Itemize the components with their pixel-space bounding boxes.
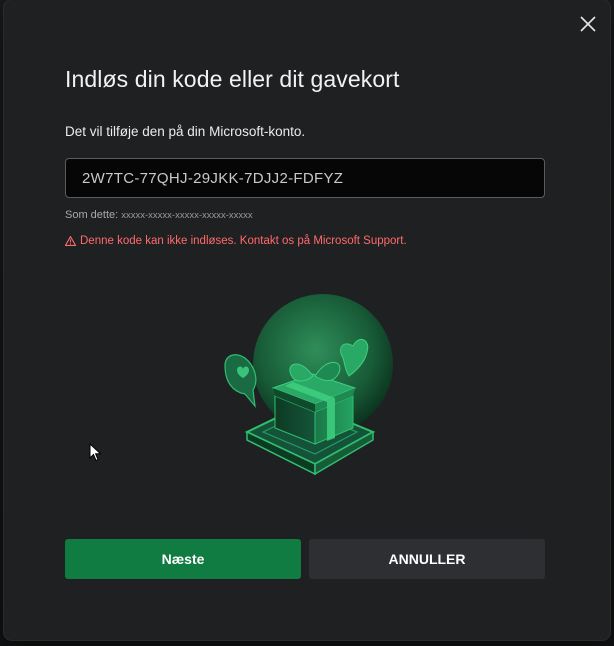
format-hint-label: Som dette: xyxy=(65,209,119,221)
dialog-subtitle: Det vil tilføje den på din Microsoft-kon… xyxy=(65,124,306,139)
close-button[interactable] xyxy=(576,12,600,36)
error-message: Denne kode kan ikke indløses. Kontakt os… xyxy=(65,235,407,247)
gift-illustration xyxy=(224,294,393,476)
error-text: Denne kode kan ikke indløses. Kontakt os… xyxy=(80,235,407,247)
code-input[interactable] xyxy=(65,158,545,198)
redeem-code-dialog: Indløs din kode eller dit gavekort Det v… xyxy=(4,0,610,640)
mouse-cursor-icon xyxy=(89,443,102,462)
dialog-title: Indløs din kode eller dit gavekort xyxy=(65,66,400,92)
format-hint: Som dette: xxxxx-xxxxx-xxxxx-xxxxx-xxxxx xyxy=(65,209,253,221)
next-button[interactable]: Næste xyxy=(65,539,301,579)
close-icon xyxy=(580,16,596,32)
format-hint-pattern: xxxxx-xxxxx-xxxxx-xxxxx-xxxxx xyxy=(121,210,253,221)
cancel-button[interactable]: ANNULLER xyxy=(309,539,545,579)
warning-icon xyxy=(65,236,76,246)
